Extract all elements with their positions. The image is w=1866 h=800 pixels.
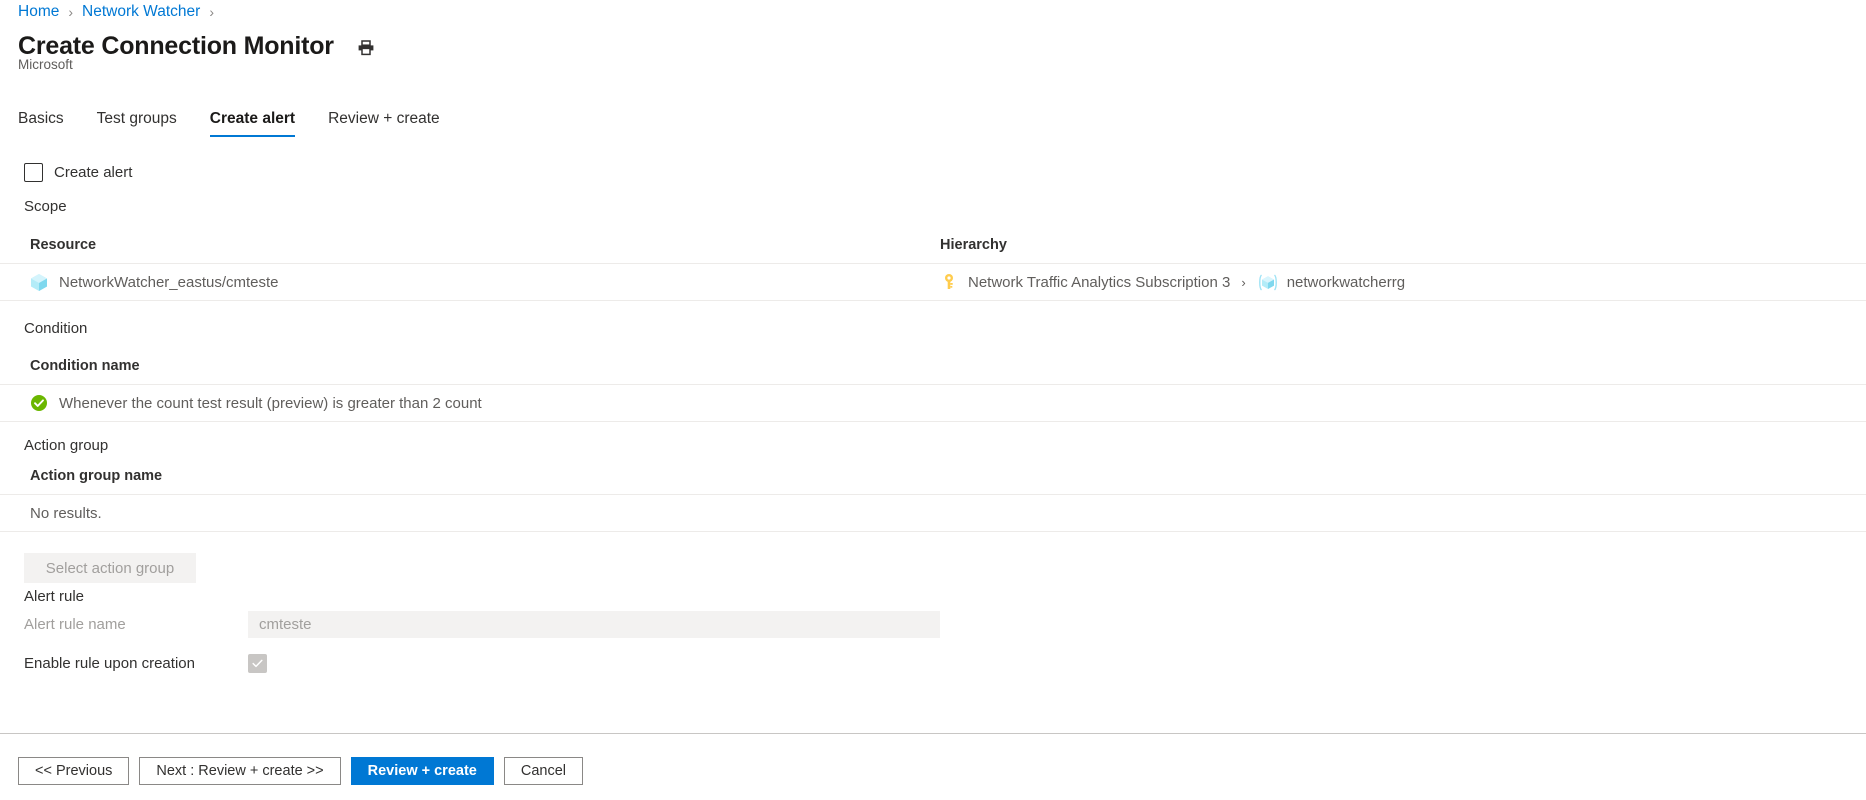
create-alert-checkbox-label: Create alert [54, 164, 133, 181]
tab-basics[interactable]: Basics [18, 110, 64, 137]
column-header-resource: Resource [30, 237, 97, 253]
action-group-empty-text: No results. [30, 504, 102, 522]
resource-group-icon [1257, 273, 1279, 292]
action-group-grid: Action group name No results. [0, 468, 1866, 532]
table-row[interactable]: NetworkWatcher_eastus/cmteste Network Tr… [0, 263, 1866, 301]
condition-text: Whenever the count test result (preview)… [59, 394, 482, 412]
next-review-create-button[interactable]: Next : Review + create >> [139, 757, 341, 785]
scope-resource-cell: NetworkWatcher_eastus/cmteste [0, 273, 940, 292]
breadcrumb-item-network-watcher[interactable]: Network Watcher [82, 2, 200, 22]
key-icon [940, 273, 958, 291]
condition-grid-header: Condition name [0, 358, 1866, 384]
create-alert-checkbox-row[interactable]: Create alert [24, 163, 132, 182]
enable-rule-row: Enable rule upon creation [24, 654, 267, 673]
enable-rule-label: Enable rule upon creation [24, 655, 195, 672]
alert-rule-section-title: Alert rule [24, 588, 85, 605]
select-action-group-button[interactable]: Select action group [24, 553, 196, 583]
breadcrumb-separator-icon: › [68, 4, 74, 20]
enable-rule-checkbox[interactable] [248, 654, 267, 673]
action-group-section-title: Action group [24, 437, 109, 454]
tab-list: Basics Test groups Create alert Review +… [18, 110, 473, 140]
success-check-icon [30, 394, 48, 412]
scope-resource-name: NetworkWatcher_eastus/cmteste [59, 273, 279, 291]
column-header-action-group-name: Action group name [30, 468, 163, 484]
create-connection-monitor-page: Home › Network Watcher › Create Connecti… [0, 0, 1866, 800]
tab-review-create[interactable]: Review + create [328, 110, 440, 137]
scope-hierarchy-cell: Network Traffic Analytics Subscription 3… [940, 273, 1866, 292]
scope-section-title: Scope [24, 198, 67, 215]
table-row[interactable]: Whenever the count test result (preview)… [0, 384, 1866, 422]
review-create-button[interactable]: Review + create [350, 757, 494, 785]
action-group-grid-header: Action group name [0, 468, 1866, 494]
scope-hierarchy-subscription: Network Traffic Analytics Subscription 3 [968, 273, 1231, 291]
footer-divider [0, 733, 1866, 734]
printer-icon[interactable] [356, 38, 376, 58]
cancel-button[interactable]: Cancel [503, 757, 583, 785]
cube-icon [30, 273, 48, 292]
column-header-condition-name: Condition name [30, 358, 140, 374]
scope-hierarchy-group: networkwatcherrg [1286, 273, 1406, 291]
page-subtitle: Microsoft [18, 57, 73, 72]
create-alert-checkbox[interactable] [24, 163, 43, 182]
breadcrumb-separator-icon: › [209, 4, 214, 20]
condition-grid: Condition name Whenever the count test r… [0, 358, 1866, 422]
condition-section-title: Condition [24, 320, 88, 337]
breadcrumb: Home › Network Watcher › [18, 2, 223, 22]
action-group-empty-row: No results. [0, 494, 1866, 532]
tab-create-alert[interactable]: Create alert [209, 110, 296, 137]
alert-rule-name-input[interactable] [248, 611, 940, 638]
scope-grid-header: Resource Hierarchy [0, 237, 1866, 263]
hierarchy-separator-icon: › [1241, 274, 1246, 290]
footer-button-bar: << Previous Next : Review + create >> Re… [18, 757, 593, 785]
alert-rule-name-row: Alert rule name [24, 611, 940, 638]
column-header-hierarchy: Hierarchy [940, 237, 1007, 253]
previous-button[interactable]: << Previous [18, 757, 130, 785]
breadcrumb-item-home[interactable]: Home [18, 2, 59, 22]
tab-test-groups[interactable]: Test groups [97, 110, 177, 137]
scope-grid: Resource Hierarchy NetworkWatcher_eastus… [0, 237, 1866, 301]
alert-rule-name-label: Alert rule name [24, 616, 126, 633]
